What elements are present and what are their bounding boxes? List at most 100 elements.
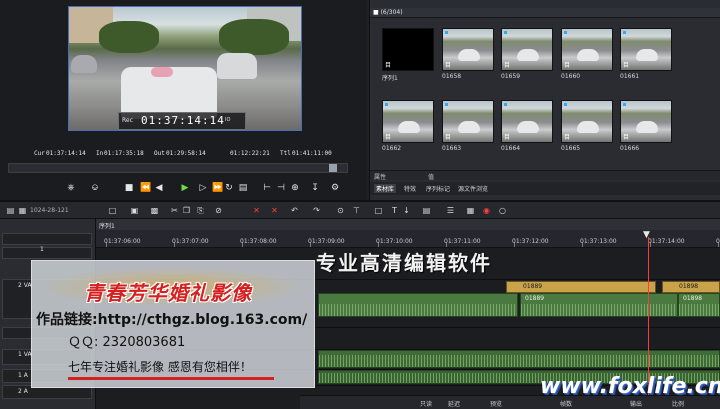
open-icon[interactable]: ▣ <box>130 206 139 215</box>
settings-icon[interactable]: ⚙ <box>330 182 340 194</box>
track-label-2a: 2 A <box>18 388 28 395</box>
insert-icon[interactable]: ⊢ <box>262 182 272 194</box>
remove-icon[interactable]: ✕ <box>252 206 261 215</box>
audio-clip[interactable]: 01889 <box>520 293 678 317</box>
play-icon[interactable]: ▶ <box>180 182 190 194</box>
ruler-label: 01:37:08:00 <box>240 238 277 245</box>
align-icon[interactable]: □ <box>374 206 383 215</box>
tab-source-browser[interactable]: 源文件浏览 <box>456 184 490 193</box>
ruler-label: 01:37:14:00 <box>648 238 685 245</box>
track-label-1a: 1 A <box>18 372 28 379</box>
bin-clip[interactable]: 目 01659 <box>499 26 555 83</box>
player-panel: Rec 01:37:14:14 IO Cur 01:37:14:14 In 01… <box>0 0 366 200</box>
bin-clip[interactable]: 目 01661 <box>618 26 674 83</box>
in-label: In <box>96 150 104 157</box>
time-ruler[interactable]: 01:37:06:00 01:37:07:00 01:37:08:00 01:37:0… <box>96 230 720 248</box>
bin-clip[interactable]: 目序列1 <box>380 26 436 83</box>
step-forward-icon[interactable]: ▷ <box>198 182 208 194</box>
sequence-tab[interactable]: 序列1 <box>99 221 115 230</box>
mark-in-icon[interactable]: ⎈ <box>66 182 76 194</box>
bin-clip[interactable]: 目 01662 <box>380 98 436 155</box>
track-header-controls[interactable] <box>2 247 92 259</box>
title-icon[interactable]: ↓ <box>402 206 411 215</box>
audio-clip[interactable] <box>318 293 518 317</box>
ttl-label: Ttl <box>280 150 291 157</box>
bin-clip[interactable]: 目 01658 <box>440 26 496 83</box>
rec-label: Rec <box>122 117 133 124</box>
add-cut-icon[interactable]: ⊙ <box>336 206 345 215</box>
bin-clip[interactable]: 目 01666 <box>618 98 674 155</box>
video-clip[interactable]: 01889 <box>506 281 656 293</box>
sequence-label: 1024-28-121 <box>30 207 69 214</box>
timecode-row: Cur 01:37:14:14 In 01:17:35:18 Out 01:29… <box>0 146 366 160</box>
loop-icon[interactable]: ↻ <box>224 182 234 194</box>
io-label: IO <box>225 117 231 123</box>
ripple-delete-icon[interactable]: ✕ <box>270 206 279 215</box>
record-icon[interactable]: ◉ <box>482 206 491 215</box>
tab-markers[interactable]: 序列标记 <box>424 184 452 193</box>
stop-icon[interactable]: ■ <box>124 182 134 194</box>
color-icon[interactable]: ○ <box>498 206 507 215</box>
waveform-icon[interactable]: ▤ <box>422 206 431 215</box>
status-preview[interactable]: 预览 <box>490 399 502 408</box>
step-back-icon[interactable]: ◀ <box>154 182 164 194</box>
bin-clip[interactable]: 目 01664 <box>499 98 555 155</box>
status-ratio[interactable]: 比例 <box>672 399 684 408</box>
scrub-handle[interactable] <box>329 164 337 172</box>
bin-tabs: 素材库 特效 序列标记 源文件浏览 <box>370 182 720 195</box>
bin-clip[interactable]: 目 01660 <box>559 26 615 83</box>
fast-forward-icon[interactable]: ⏩ <box>212 182 223 194</box>
status-readonly[interactable]: 只读 <box>420 399 432 408</box>
paste-icon[interactable]: ⎘ <box>196 206 205 215</box>
mixer-icon[interactable]: ☰ <box>446 206 455 215</box>
track-header-controls[interactable] <box>2 233 92 245</box>
clip-type-label: 目 <box>445 134 452 141</box>
redo-icon[interactable]: ↷ <box>312 206 321 215</box>
overwrite-icon[interactable]: ⊣ <box>276 182 286 194</box>
audio-clip[interactable] <box>318 350 720 368</box>
status-delay[interactable]: 延迟 <box>448 399 460 408</box>
bin-clip[interactable]: 目 01663 <box>440 98 496 155</box>
clip-name: 01664 <box>501 145 521 152</box>
clip-label: 01889 <box>525 295 545 302</box>
underline-decoration <box>68 377 274 380</box>
properties-header: 属性 值 <box>370 170 720 181</box>
mark-out-icon[interactable]: ⎉ <box>90 182 100 194</box>
audio-clip[interactable]: 01898 <box>678 293 720 317</box>
status-frames[interactable]: 帧数 <box>560 399 572 408</box>
timeline-icon[interactable]: ▤ <box>6 206 15 215</box>
rewind-icon[interactable]: ⏪ <box>140 182 151 194</box>
playhead-marker-icon[interactable]: ▼ <box>643 231 653 240</box>
bin-clip[interactable]: 目 01665 <box>559 98 615 155</box>
loop-range-icon[interactable]: ▤ <box>238 182 248 194</box>
match-frame-icon[interactable]: ⊕ <box>290 182 300 194</box>
split-icon[interactable]: ⊤ <box>352 206 361 215</box>
cut-icon[interactable]: ✂ <box>170 206 179 215</box>
export-icon[interactable]: ↧ <box>310 182 320 194</box>
bin-count-text: (6/304) <box>380 9 403 16</box>
tab-effects[interactable]: 特效 <box>402 184 418 193</box>
track-icon[interactable]: ▦ <box>18 206 27 215</box>
copy-icon[interactable]: ❐ <box>182 206 191 215</box>
tab-library[interactable]: 素材库 <box>374 184 397 193</box>
save-icon[interactable]: ▩ <box>150 206 159 215</box>
clip-status-icon <box>623 31 626 34</box>
caption-title: 专业高清编辑软件 <box>316 251 492 275</box>
clip-name: 01666 <box>620 145 640 152</box>
bin-header: ■ (6/304) <box>370 8 720 18</box>
waveform <box>679 304 719 316</box>
dur-value: 01:12:22:21 <box>230 150 270 157</box>
delete-icon[interactable]: ⊘ <box>214 206 223 215</box>
qq-label: ＱＱ: <box>68 335 99 350</box>
ruler-label: 01:37:11:00 <box>444 238 481 245</box>
status-output[interactable]: 输出 <box>630 399 642 408</box>
brand-title: 青春芳华婚礼影像 <box>84 281 252 305</box>
grid-icon[interactable]: ▦ <box>466 206 475 215</box>
flower-decoration <box>151 67 173 77</box>
video-clip[interactable]: 01898 <box>662 281 720 293</box>
text-icon[interactable]: T <box>390 206 399 215</box>
clip-thumbnail: 目 <box>442 100 494 143</box>
scrub-bar[interactable] <box>8 163 348 173</box>
undo-icon[interactable]: ↶ <box>290 206 299 215</box>
new-icon[interactable]: □ <box>108 206 117 215</box>
